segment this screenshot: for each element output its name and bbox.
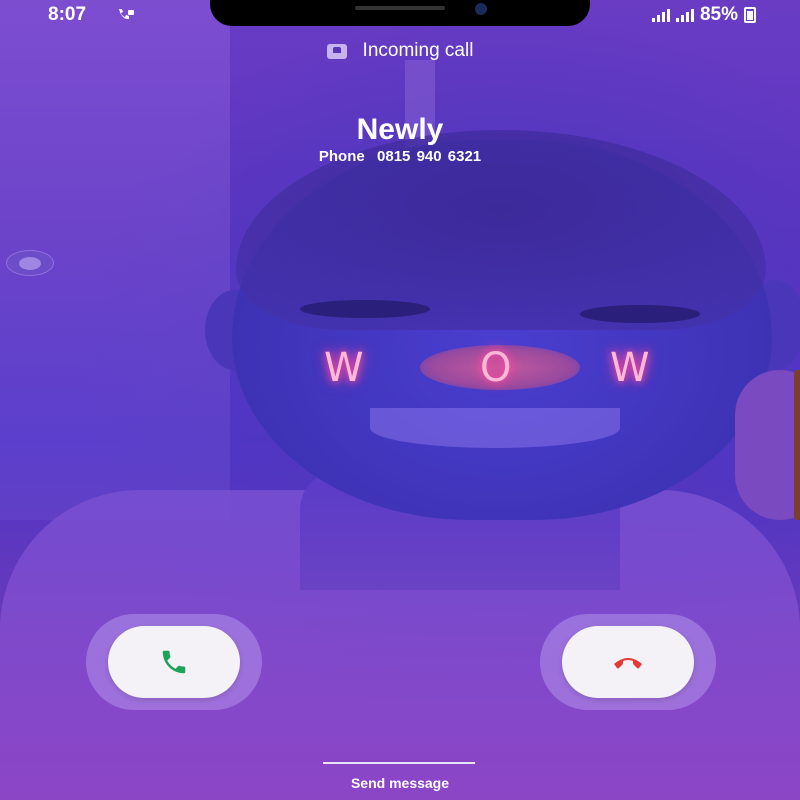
signal-icon [651, 8, 670, 22]
battery-icon [744, 7, 756, 23]
decline-call-button[interactable] [562, 626, 694, 698]
front-camera [475, 3, 487, 15]
wow-letter-1: W [324, 345, 366, 391]
caller-name: Newly [356, 113, 444, 146]
incoming-call-header: Incoming call [0, 40, 800, 62]
send-message-button[interactable]: Send message [0, 775, 800, 791]
send-message-handle[interactable] [323, 762, 475, 764]
sim-card-icon [326, 43, 347, 59]
status-indicators: 85% [651, 4, 756, 26]
phone-decline-icon [614, 658, 642, 669]
caller-mouth [370, 408, 620, 448]
wow-letter-2: O [480, 345, 514, 391]
camera-notch [210, 0, 590, 26]
battery-percent: 85% [699, 4, 738, 25]
status-time: 8:07 [48, 4, 87, 25]
earpiece-speaker [355, 6, 445, 10]
incoming-call-label: Incoming call [362, 40, 474, 61]
caller-hand [735, 370, 800, 520]
accept-call-button[interactable] [108, 626, 240, 698]
caller-eye-left [300, 300, 430, 318]
caller-number: Phone 0815 940 6321 [318, 148, 482, 165]
wow-letter-3: W [610, 345, 652, 391]
edge-handle [794, 370, 800, 520]
decline-button-halo [540, 614, 716, 710]
floating-bubble[interactable] [6, 250, 54, 276]
call-forward-icon [116, 8, 134, 25]
accept-button-halo [86, 614, 262, 710]
caller-eye-right [580, 305, 700, 323]
signal-icon [675, 8, 694, 22]
phone-accept-icon [162, 650, 186, 674]
